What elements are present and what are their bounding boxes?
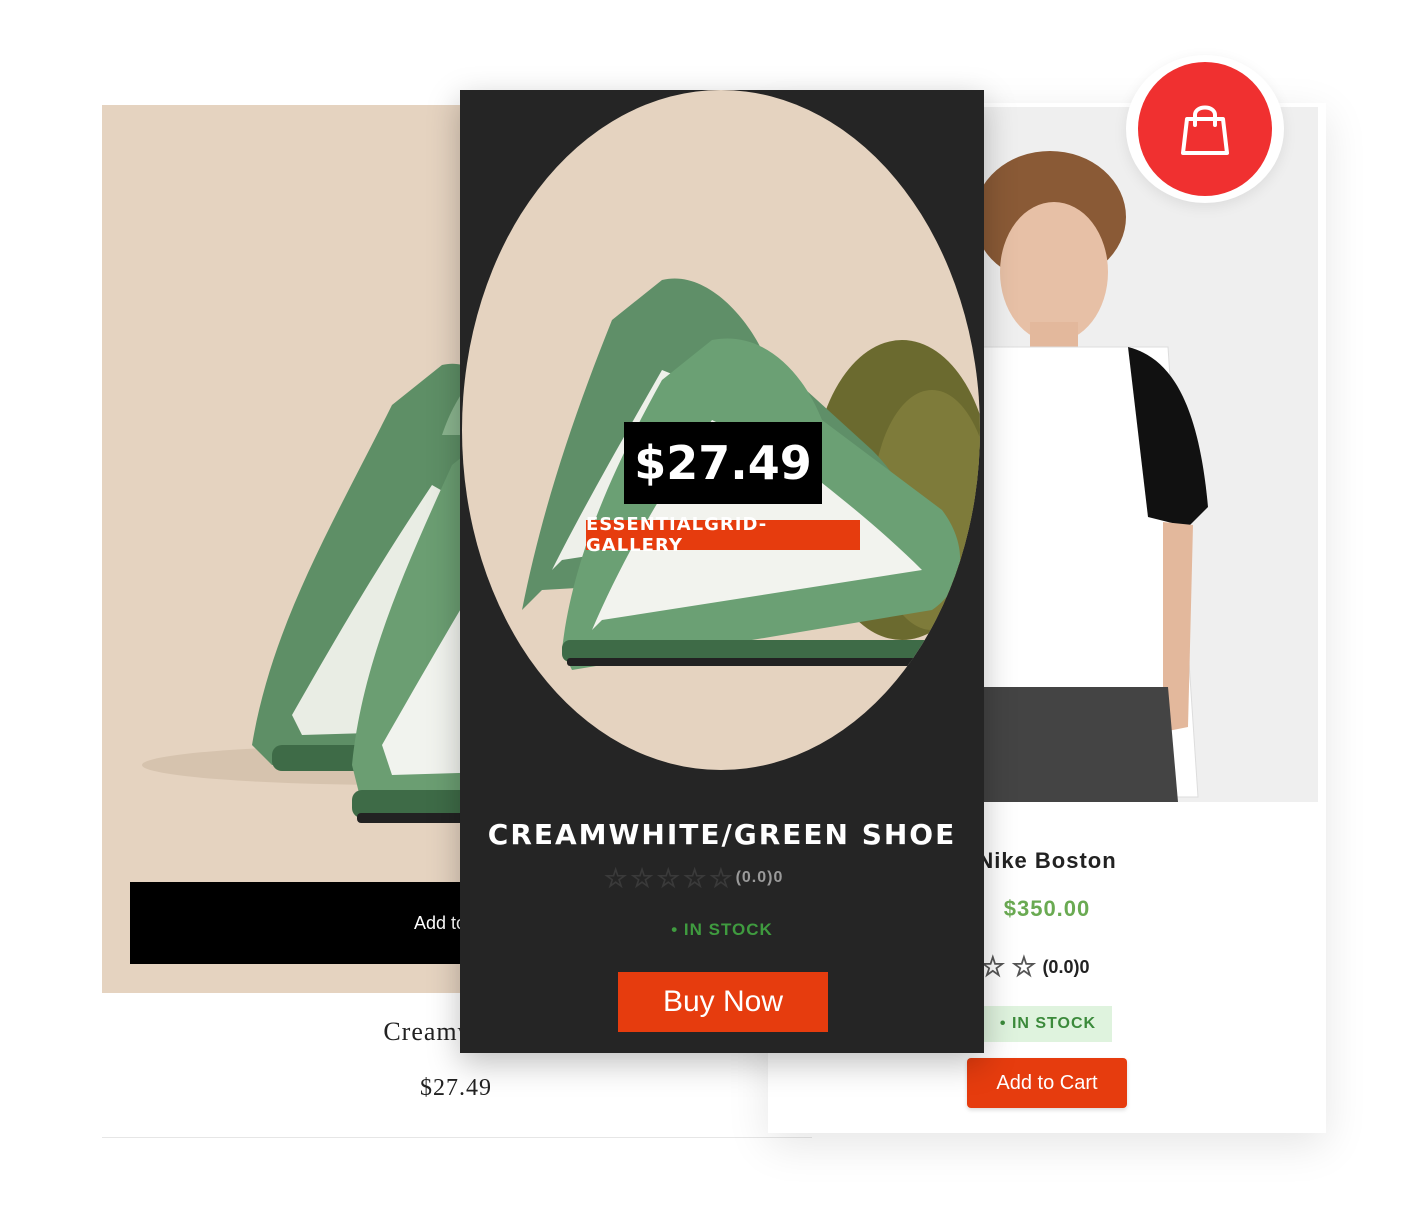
stock-badge: • IN STOCK — [984, 1006, 1112, 1042]
rating-row: ☆ ☆ ☆ ☆ ☆ (0.0)0 — [604, 865, 783, 891]
add-to-cart-button[interactable]: Add to Cart — [967, 1058, 1127, 1108]
category-tag[interactable]: ESSENTIALGRID-GALLERY — [586, 514, 860, 556]
star-icon: ☆ — [656, 863, 681, 893]
buy-now-button[interactable]: Buy Now — [618, 972, 828, 1032]
price-tag: $27.49 — [624, 422, 822, 504]
product-title[interactable]: CREAMWHITE/GREEN SHOE — [460, 818, 984, 851]
rating-text: (0.0)0 — [735, 869, 784, 886]
stock-status: • IN STOCK — [671, 920, 773, 939]
star-icon: ☆ — [604, 863, 629, 893]
product-price: $27.49 — [420, 1075, 492, 1101]
add-to-cart-label: Add to — [413, 912, 467, 933]
shopping-bag-badge[interactable] — [1126, 55, 1284, 203]
star-icon: ☆ — [630, 863, 655, 893]
shopping-bag-circle — [1138, 62, 1272, 196]
star-icon: ☆ — [682, 863, 708, 893]
shopping-bag-icon — [1181, 105, 1229, 155]
star-icon: ☆ — [1011, 951, 1037, 982]
product-card-featured: $27.49 ESSENTIALGRID-GALLERY CREAMWHITE/… — [460, 90, 984, 1053]
star-icon: ☆ — [709, 863, 734, 893]
rating-text: (0.0)0 — [1042, 956, 1090, 977]
